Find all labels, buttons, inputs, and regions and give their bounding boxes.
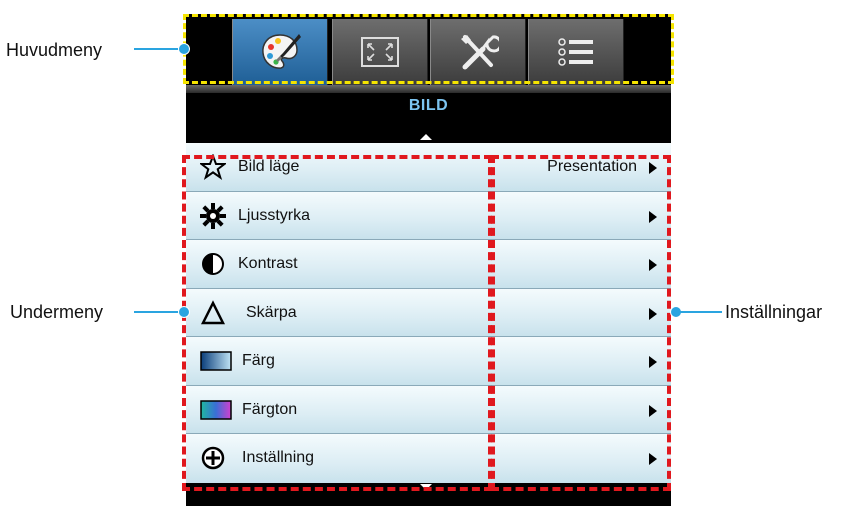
scroll-up-arrow[interactable]: [420, 134, 432, 140]
callout-dot: [178, 43, 190, 55]
callout-line: [134, 311, 182, 313]
settings-highlight: [491, 155, 671, 491]
callout-main-menu: Huvudmeny: [6, 40, 103, 60]
callout-sub-menu: Undermeny: [10, 302, 104, 322]
menu-title: BILD: [408, 97, 449, 114]
callout-settings: Inställningar: [725, 302, 823, 322]
callout-line: [134, 48, 182, 50]
submenu-highlight: [182, 155, 492, 491]
callout-dot: [178, 306, 190, 318]
main-menu-highlight: [183, 14, 674, 84]
tabbar-ledge: [186, 85, 671, 93]
callout-line: [678, 311, 722, 313]
